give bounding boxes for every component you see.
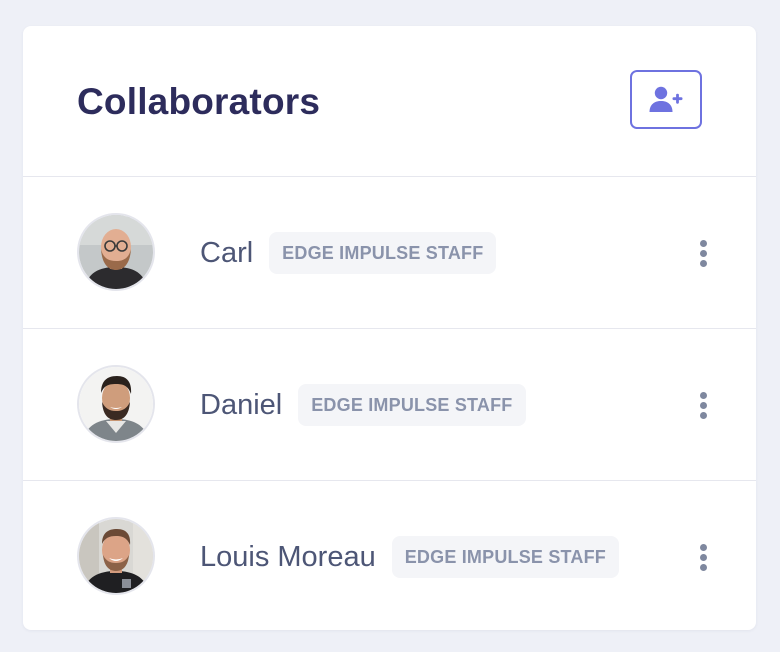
collaborator-info: Carl EDGE IMPULSE STAFF (200, 232, 497, 274)
more-vertical-icon (699, 543, 707, 551)
more-options-button[interactable] (691, 539, 715, 575)
collaborator-row: Carl EDGE IMPULSE STAFF (23, 177, 756, 329)
collaborator-name: Louis Moreau (200, 541, 376, 573)
add-user-icon (649, 86, 683, 112)
collaborator-info: Louis Moreau EDGE IMPULSE STAFF (200, 536, 619, 578)
staff-badge: EDGE IMPULSE STAFF (269, 232, 497, 274)
more-vertical-icon (699, 239, 707, 247)
collaborator-row: Louis Moreau EDGE IMPULSE STAFF (23, 481, 756, 630)
avatar (77, 517, 155, 595)
staff-badge: EDGE IMPULSE STAFF (298, 384, 526, 426)
collaborator-name: Carl (200, 237, 254, 269)
more-options-button[interactable] (691, 235, 715, 271)
avatar (77, 213, 155, 291)
card-title: Collaborators (77, 81, 321, 122)
staff-badge: EDGE IMPULSE STAFF (391, 536, 619, 578)
more-options-button[interactable] (691, 387, 715, 423)
collaborator-info: Daniel EDGE IMPULSE STAFF (200, 384, 526, 426)
collaborator-row: Daniel EDGE IMPULSE STAFF (23, 329, 756, 481)
add-collaborator-button[interactable] (630, 70, 702, 129)
collaborators-card: Collaborators Carl EDGE IMPULSE STAFF Da… (23, 26, 756, 630)
avatar (77, 365, 155, 443)
card-header: Collaborators (23, 26, 756, 177)
collaborator-name: Daniel (200, 389, 283, 421)
more-vertical-icon (699, 391, 707, 399)
